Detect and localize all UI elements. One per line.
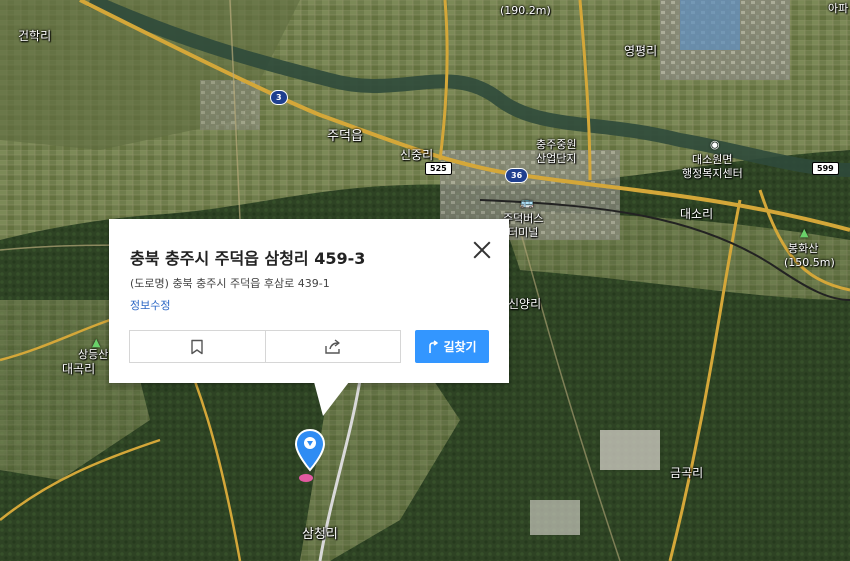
road-shield-525: 525 <box>425 162 452 175</box>
map-label-samcheong: 삼청리 <box>302 527 338 542</box>
road-shield-3: 3 <box>270 90 288 105</box>
map-label-bonghwa-2: (150.5m) <box>784 256 835 269</box>
map-label-geumgok: 금곡리 <box>670 466 704 480</box>
map-label-industrial-1: 충주중원 <box>536 138 577 151</box>
location-pin-icon[interactable] <box>293 428 327 488</box>
map-label-sinyang: 신양리 <box>508 297 542 311</box>
map-label-bonghwa-1: 봉화산 <box>788 242 819 255</box>
edit-info-link[interactable]: 정보수정 <box>130 297 170 313</box>
map-label-yeongpyeong: 영평리 <box>624 44 658 58</box>
route-button[interactable]: 길찾기 <box>415 330 489 363</box>
road-shield-36: 36 <box>505 168 529 183</box>
place-title: 충북 충주시 주덕읍 삼청리 459-3 <box>130 249 366 268</box>
popup-action-group <box>129 330 401 363</box>
map-label-daeso-1: 대소원면 <box>692 153 733 166</box>
office-icon: ◉ <box>710 138 720 151</box>
map-label-daeso-ri: 대소리 <box>680 207 714 221</box>
mountain-icon: ▲ <box>800 226 809 239</box>
route-arrow-icon <box>429 339 439 353</box>
road-shield-599: 599 <box>812 162 839 175</box>
map-label-industrial-2: 산업단지 <box>536 152 577 165</box>
place-info-popup: 충북 충주시 주덕읍 삼청리 459-3 (도로명) 충북 충주시 주덕읍 후삼… <box>109 219 509 416</box>
road-address: (도로명) 충북 충주시 주덕읍 후삼로 439-1 <box>130 277 330 290</box>
share-button[interactable] <box>264 331 401 362</box>
bookmark-icon <box>191 339 203 354</box>
map-label-daegok: 대곡리 <box>62 362 96 376</box>
close-icon[interactable] <box>473 241 491 259</box>
share-icon <box>325 338 340 354</box>
popup-tail <box>314 382 349 416</box>
map-label-elevation: (190.2m) <box>500 4 551 17</box>
map-label-apt: 아파 <box>828 2 849 15</box>
map-label-terminal-1: 주덕버스 <box>503 212 544 225</box>
map-label-sangdeung: 상등산 <box>78 348 109 361</box>
map-label-judeok: 주덕읍 <box>327 129 363 144</box>
map-label-daeso-2: 행정복지센터 <box>682 167 743 180</box>
map-label-sinjung: 신중리 <box>400 148 434 162</box>
map-label-terminal-2: 터미널 <box>508 226 539 239</box>
bus-terminal-icon: 🚌 <box>520 196 534 209</box>
route-button-label: 길찾기 <box>443 340 477 354</box>
map-label-gunhak: 건학리 <box>18 29 52 43</box>
save-button[interactable] <box>130 331 265 362</box>
